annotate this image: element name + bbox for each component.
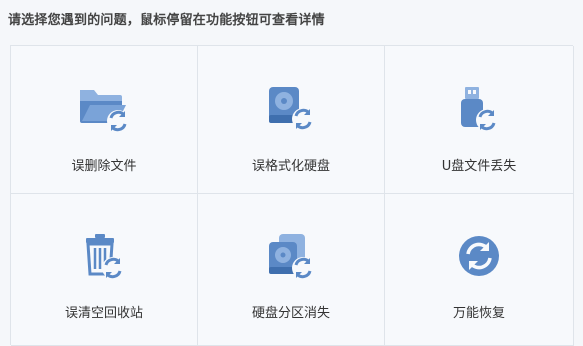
option-label: 万能恢复 — [452, 306, 505, 321]
recovery-options-grid: 误删除文件 误格式化硬盘 U盘文件丢失 误清空回收站 硬盘分区消失 万能恢复 — [10, 45, 574, 346]
option-label: U盘文件丢失 — [441, 159, 517, 174]
option-emptied-recycle-bin[interactable]: 误清空回收站 — [11, 194, 198, 346]
option-universal-recovery[interactable]: 万能恢复 — [385, 194, 574, 346]
partition-restore-icon — [263, 232, 319, 282]
option-partition-lost[interactable]: 硬盘分区消失 — [198, 194, 385, 346]
option-label: 硬盘分区消失 — [251, 306, 330, 321]
recycle-bin-restore-icon — [76, 232, 132, 282]
option-label: 误删除文件 — [71, 159, 137, 174]
option-label: 误清空回收站 — [64, 306, 143, 321]
option-usb-lost[interactable]: U盘文件丢失 — [385, 46, 574, 194]
instruction-text: 请选择您遇到的问题，鼠标停留在功能按钮可查看详情 — [8, 13, 325, 28]
usb-restore-icon — [451, 84, 507, 134]
option-formatted-disk[interactable]: 误格式化硬盘 — [198, 46, 385, 194]
folder-restore-icon — [76, 84, 132, 134]
option-deleted-files[interactable]: 误删除文件 — [11, 46, 198, 194]
harddisk-restore-icon — [263, 84, 319, 134]
universal-restore-icon — [451, 232, 507, 282]
option-label: 误格式化硬盘 — [251, 159, 330, 174]
